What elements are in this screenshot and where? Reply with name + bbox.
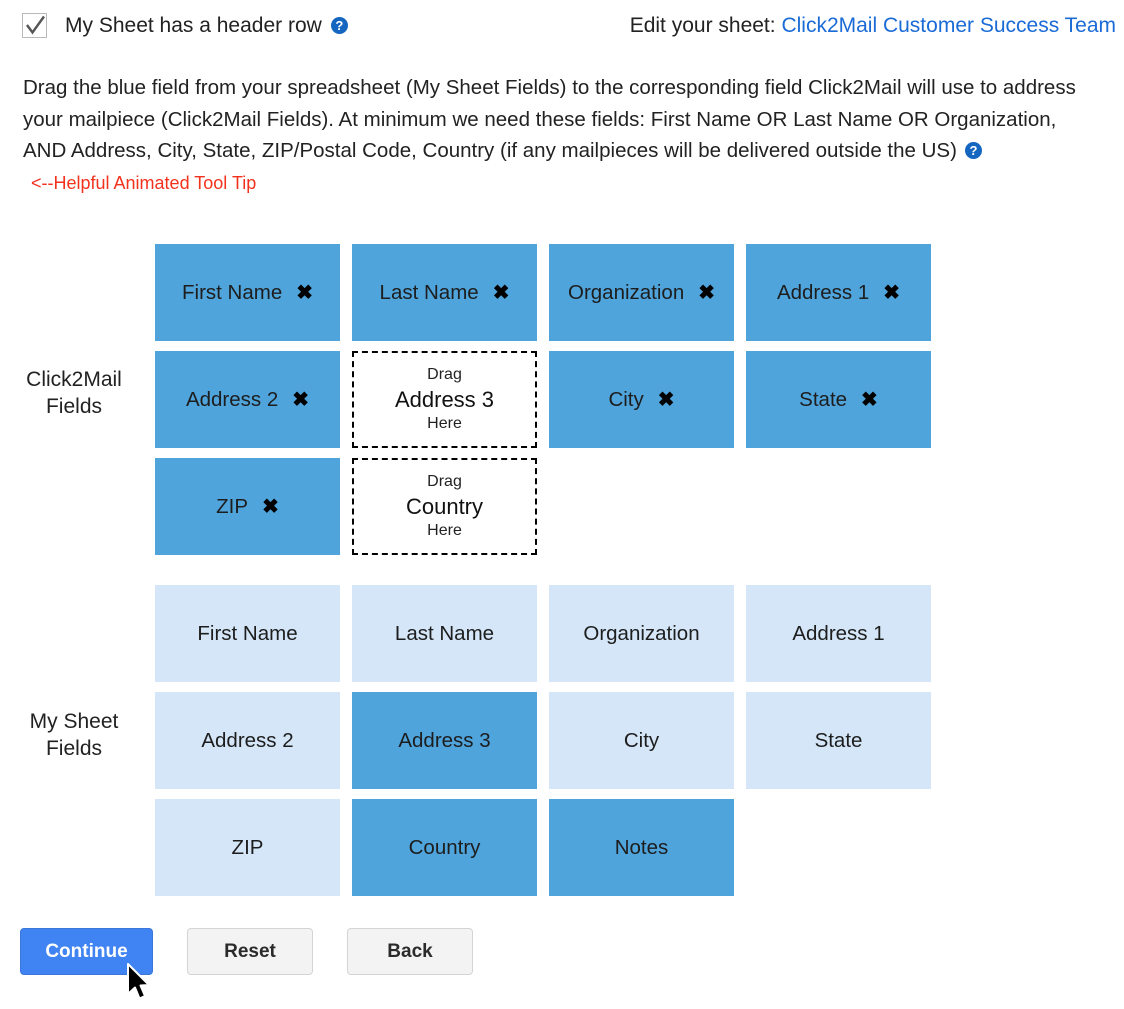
back-button[interactable]: Back bbox=[347, 928, 473, 975]
header-checkbox-label: My Sheet has a header row bbox=[65, 13, 322, 37]
sheet-tile-notes[interactable]: Notes bbox=[549, 799, 734, 896]
sheet-tile-address-2[interactable]: Address 2 bbox=[155, 692, 340, 789]
remove-icon[interactable]: ✖ bbox=[883, 283, 900, 303]
animated-tooltip-note: <--Helpful Animated Tool Tip bbox=[31, 172, 257, 193]
click2mail-dropzone-country[interactable]: Drag Country Here bbox=[352, 458, 537, 555]
click2mail-dropzone-address-3[interactable]: Drag Address 3 Here bbox=[352, 351, 537, 448]
tile-label: State bbox=[814, 728, 863, 752]
tile-label: ZIP bbox=[216, 494, 249, 518]
question-mark-help-icon[interactable] bbox=[964, 142, 982, 159]
tile-label: Country bbox=[408, 835, 481, 859]
remove-icon[interactable]: ✖ bbox=[262, 497, 279, 517]
tile-label: Address 1 bbox=[776, 280, 870, 304]
sheet-tile-country[interactable]: Country bbox=[352, 799, 537, 896]
edit-sheet-group: Edit your sheet: Click2Mail Customer Suc… bbox=[630, 14, 1116, 38]
tile-label: Organization bbox=[568, 280, 685, 304]
header-row-checkbox[interactable] bbox=[22, 13, 47, 38]
tile-label: State bbox=[799, 387, 848, 411]
dropzone-post-label: Here bbox=[427, 521, 462, 539]
sheet-tile-address-1[interactable]: Address 1 bbox=[746, 585, 931, 682]
sheet-tile-city[interactable]: City bbox=[549, 692, 734, 789]
tile-label: Address 2 bbox=[185, 387, 279, 411]
click2mail-row: First Name ✖ Last Name ✖ Organization ✖ … bbox=[155, 244, 955, 341]
click2mail-row: Address 2 ✖ Drag Address 3 Here City ✖ S… bbox=[155, 351, 955, 448]
tile-label: ZIP bbox=[231, 835, 264, 859]
dropzone-pre-label: Drag bbox=[427, 365, 462, 383]
tile-label: Address 1 bbox=[792, 621, 885, 645]
click2mail-tile-zip[interactable]: ZIP ✖ bbox=[155, 458, 340, 555]
header-checkbox-group[interactable]: My Sheet has a header row bbox=[22, 13, 348, 38]
tile-label: Last Name bbox=[379, 280, 479, 304]
remove-icon[interactable]: ✖ bbox=[296, 283, 313, 303]
sheet-tile-zip[interactable]: ZIP bbox=[155, 799, 340, 896]
click2mail-row: ZIP ✖ Drag Country Here bbox=[155, 458, 955, 555]
tile-label: Notes bbox=[614, 835, 669, 859]
my-sheet-row: Address 2 Address 3 City State bbox=[155, 692, 955, 789]
instructions-paragraph: Drag the blue field from your spreadshee… bbox=[23, 72, 1099, 199]
tile-label: Address 3 bbox=[398, 728, 491, 752]
click2mail-tile-last-name[interactable]: Last Name ✖ bbox=[352, 244, 537, 341]
tile-label: City bbox=[608, 387, 644, 411]
dropzone-post-label: Here bbox=[427, 414, 462, 432]
sheet-name-link[interactable]: Click2Mail Customer Success Team bbox=[781, 14, 1116, 37]
dropzone-field-name: Address 3 bbox=[394, 387, 495, 413]
sheet-tile-organization[interactable]: Organization bbox=[549, 585, 734, 682]
instructions-text: Drag the blue field from your spreadshee… bbox=[23, 76, 1076, 162]
dropzone-field-name: Country bbox=[405, 494, 484, 520]
edit-sheet-prefix: Edit your sheet: bbox=[629, 14, 776, 37]
dropzone-pre-label: Drag bbox=[427, 472, 462, 490]
click2mail-fields-label-line1: Click2Mail bbox=[26, 368, 122, 391]
my-sheet-fields-label-line2: Fields bbox=[45, 737, 103, 760]
sheet-tile-first-name[interactable]: First Name bbox=[155, 585, 340, 682]
tile-label: Organization bbox=[583, 621, 700, 645]
header-row: My Sheet has a header row Edit your shee… bbox=[0, 0, 1124, 58]
sheet-tile-state[interactable]: State bbox=[746, 692, 931, 789]
tile-label: City bbox=[623, 728, 660, 752]
reset-button[interactable]: Reset bbox=[187, 928, 313, 975]
tile-label: Last Name bbox=[394, 621, 495, 645]
click2mail-fields-label: Click2Mail Fields bbox=[0, 366, 148, 420]
tile-label: First Name bbox=[197, 621, 298, 645]
tile-label: First Name bbox=[182, 280, 283, 304]
my-sheet-row: ZIP Country Notes bbox=[155, 799, 955, 896]
my-sheet-fields-grid: First Name Last Name Organization Addres… bbox=[155, 585, 955, 896]
remove-icon[interactable]: ✖ bbox=[861, 390, 878, 410]
click2mail-tile-first-name[interactable]: First Name ✖ bbox=[155, 244, 340, 341]
click2mail-tile-state[interactable]: State ✖ bbox=[746, 351, 931, 448]
question-mark-help-icon[interactable] bbox=[330, 17, 348, 34]
click2mail-tile-city[interactable]: City ✖ bbox=[549, 351, 734, 448]
my-sheet-fields-label: My Sheet Fields bbox=[0, 708, 148, 762]
remove-icon[interactable]: ✖ bbox=[493, 283, 510, 303]
tile-label: Address 2 bbox=[201, 728, 294, 752]
sheet-tile-last-name[interactable]: Last Name bbox=[352, 585, 537, 682]
remove-icon[interactable]: ✖ bbox=[698, 283, 715, 303]
remove-icon[interactable]: ✖ bbox=[658, 390, 675, 410]
my-sheet-row: First Name Last Name Organization Addres… bbox=[155, 585, 955, 682]
remove-icon[interactable]: ✖ bbox=[292, 390, 309, 410]
click2mail-fields-label-line2: Fields bbox=[45, 395, 103, 418]
my-sheet-fields-label-line1: My Sheet bbox=[29, 710, 119, 733]
click2mail-tile-address-2[interactable]: Address 2 ✖ bbox=[155, 351, 340, 448]
continue-button[interactable]: Continue bbox=[20, 928, 153, 975]
button-bar: Continue Reset Back bbox=[20, 928, 473, 975]
click2mail-tile-address-1[interactable]: Address 1 ✖ bbox=[746, 244, 931, 341]
click2mail-tile-organization[interactable]: Organization ✖ bbox=[549, 244, 734, 341]
sheet-tile-address-3[interactable]: Address 3 bbox=[352, 692, 537, 789]
click2mail-fields-grid: First Name ✖ Last Name ✖ Organization ✖ … bbox=[155, 244, 955, 555]
